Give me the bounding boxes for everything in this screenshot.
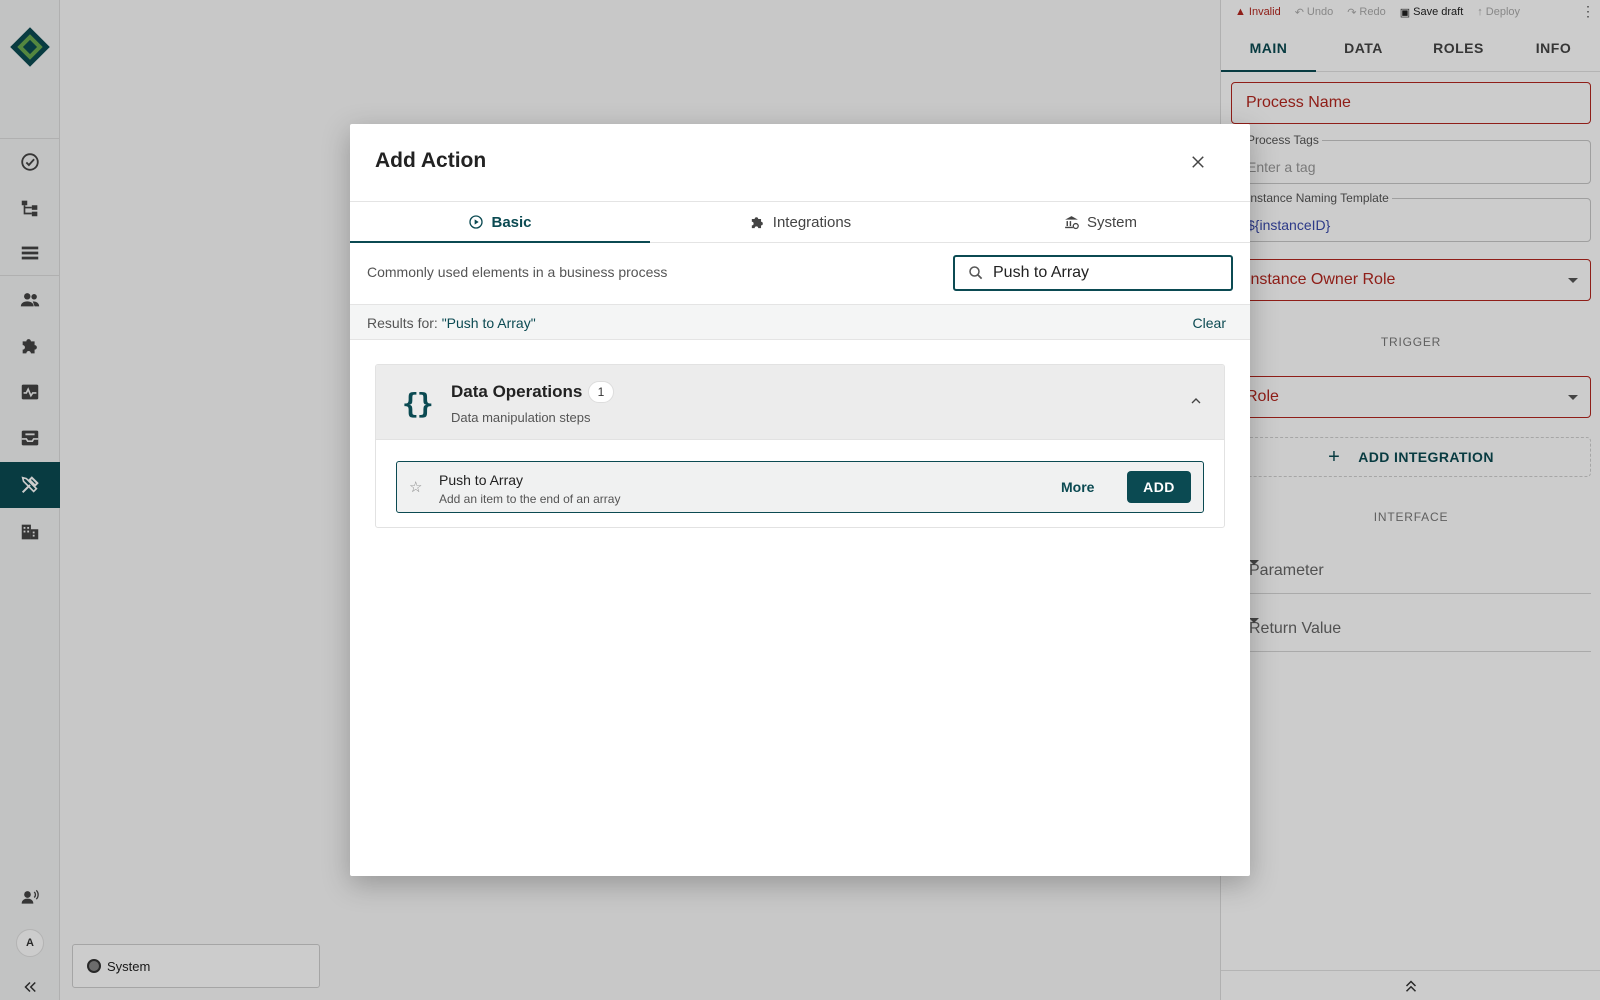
- dialog-header: Add Action: [350, 124, 1250, 202]
- search-input[interactable]: [993, 264, 1213, 282]
- action-item-subtitle: Add an item to the end of an array: [439, 492, 621, 506]
- action-item-push-to-array[interactable]: ☆ Push to Array Add an item to the end o…: [396, 461, 1204, 513]
- results-text: Results for: "Push to Array": [367, 315, 536, 331]
- group-count-badge: 1: [588, 381, 614, 403]
- group-title: Data Operations: [451, 382, 583, 401]
- group-header[interactable]: {} Data Operations 1 Data manipulation s…: [376, 365, 1224, 440]
- close-button[interactable]: [1186, 150, 1210, 174]
- add-button[interactable]: ADD: [1127, 471, 1191, 503]
- search-icon: [967, 264, 985, 282]
- chevron-up-icon[interactable]: [1188, 393, 1204, 409]
- results-bar: Results for: "Push to Array" Clear: [350, 304, 1250, 340]
- curly-braces-icon: {}: [402, 387, 434, 420]
- puzzle-icon: [749, 214, 766, 231]
- dialog-tabs: Basic Integrations System: [350, 202, 1250, 243]
- results-prefix: Results for:: [367, 315, 438, 331]
- action-item-title: Push to Array: [439, 472, 524, 488]
- tab-basic[interactable]: Basic: [350, 202, 650, 243]
- dialog-description: Commonly used elements in a business pro…: [367, 264, 668, 280]
- star-icon[interactable]: ☆: [409, 478, 422, 496]
- tab-integrations[interactable]: Integrations: [650, 202, 950, 242]
- more-button[interactable]: More: [1061, 479, 1094, 495]
- dialog-title: Add Action: [375, 149, 487, 172]
- group-subtitle: Data manipulation steps: [451, 410, 591, 425]
- play-circle-icon: [468, 214, 484, 230]
- close-icon: [1192, 156, 1204, 168]
- tab-system[interactable]: System: [950, 202, 1250, 242]
- results-query: "Push to Array": [441, 315, 536, 331]
- tab-system-label: System: [1086, 213, 1137, 231]
- tab-basic-label: Basic: [491, 213, 532, 231]
- action-group-data-operations: {} Data Operations 1 Data manipulation s…: [375, 364, 1225, 528]
- search-box[interactable]: [953, 255, 1233, 291]
- tab-integrations-label: Integrations: [772, 213, 852, 231]
- clear-button[interactable]: Clear: [1193, 315, 1226, 331]
- add-action-dialog: Add Action Basic Integrations System Com…: [350, 124, 1250, 876]
- bank-settings-icon: [1063, 214, 1080, 231]
